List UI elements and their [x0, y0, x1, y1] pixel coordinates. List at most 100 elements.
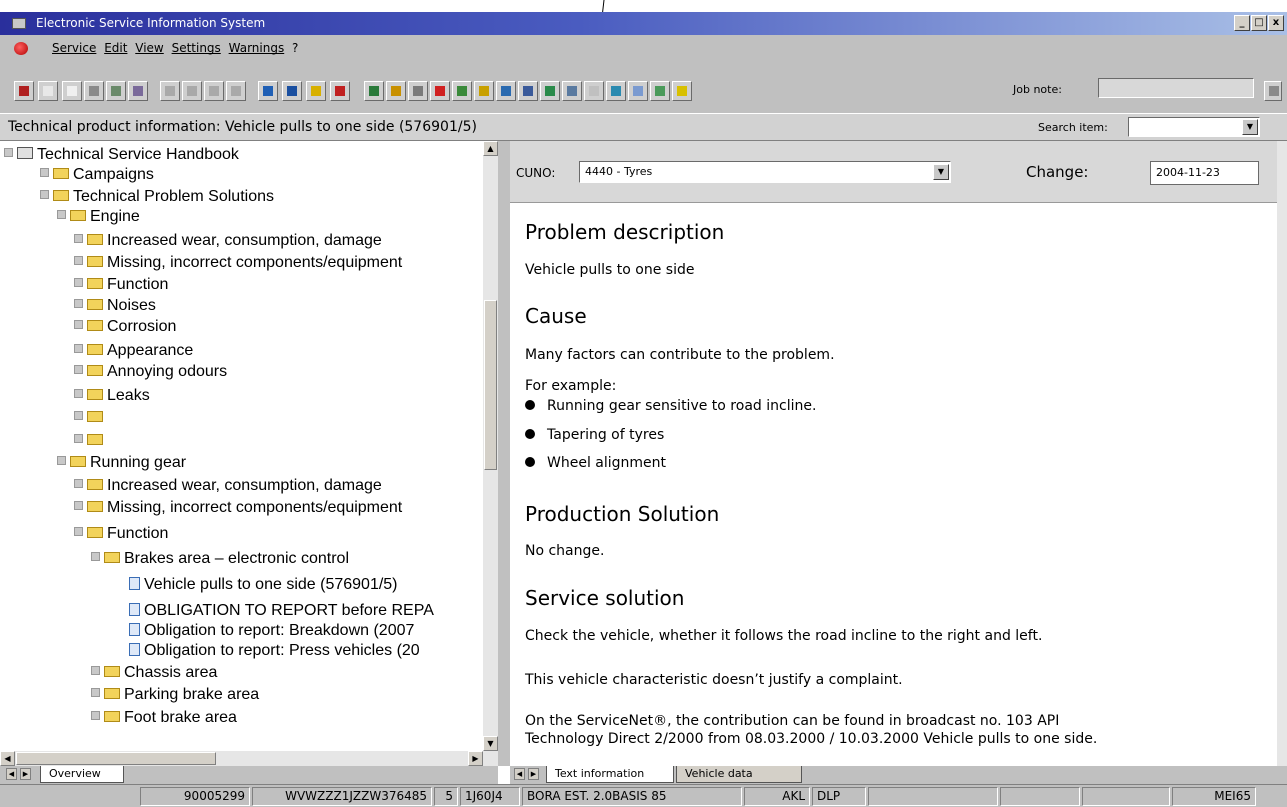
tree-item[interactable]: Appearance: [74, 342, 193, 360]
menu-settings[interactable]: Settings: [172, 41, 221, 55]
computer-icon[interactable]: [518, 81, 538, 101]
expand-icon[interactable]: [74, 527, 83, 536]
pane-splitter[interactable]: [498, 141, 510, 766]
tab-text-information[interactable]: Text information: [546, 766, 674, 783]
tab-next-icon[interactable]: ▶: [20, 768, 31, 780]
tree-root[interactable]: Technical Service Handbook: [4, 146, 239, 164]
job-note-icon[interactable]: [1264, 81, 1282, 101]
app-menu-icon[interactable]: [14, 42, 28, 55]
document-icon[interactable]: [62, 81, 82, 101]
info-icon[interactable]: [282, 81, 302, 101]
last-icon[interactable]: [226, 81, 246, 101]
tree-doc[interactable]: OBLIGATION TO REPORT before REPA: [129, 602, 434, 620]
tree-item-campaigns[interactable]: Campaigns: [40, 166, 154, 184]
tab-prev-icon[interactable]: ◀: [514, 768, 525, 780]
job-note-field[interactable]: [1098, 78, 1254, 98]
expand-icon[interactable]: [91, 711, 100, 720]
expand-icon[interactable]: [74, 278, 83, 287]
chevron-down-icon[interactable]: ▼: [1242, 119, 1258, 135]
expand-icon[interactable]: [74, 389, 83, 398]
minimize-button[interactable]: _: [1234, 15, 1250, 31]
expand-icon[interactable]: [91, 666, 100, 675]
tree-item[interactable]: Function: [74, 525, 168, 543]
print-icon[interactable]: [128, 81, 148, 101]
tab-overview[interactable]: Overview: [40, 766, 124, 783]
expand-icon[interactable]: [74, 501, 83, 510]
expand-icon[interactable]: [40, 190, 49, 199]
tab-next-icon[interactable]: ▶: [528, 768, 539, 780]
tree-item[interactable]: Parking brake area: [91, 686, 259, 704]
new-icon[interactable]: [38, 81, 58, 101]
expand-icon[interactable]: [74, 234, 83, 243]
wiring-icon[interactable]: [408, 81, 428, 101]
menu-warnings[interactable]: Warnings: [229, 41, 285, 55]
expand-icon[interactable]: [91, 552, 100, 561]
tree-item[interactable]: Noises: [74, 297, 156, 315]
tree-doc-selected[interactable]: Vehicle pulls to one side (576901/5): [129, 576, 398, 594]
expand-icon[interactable]: [4, 148, 13, 157]
expand-icon[interactable]: [57, 456, 66, 465]
clock-icon[interactable]: [628, 81, 648, 101]
search-item-select[interactable]: ▼: [1128, 117, 1260, 137]
first-icon[interactable]: [160, 81, 180, 101]
tree-item[interactable]: Increased wear, consumption, damage: [74, 477, 382, 495]
scroll-left-icon[interactable]: ◀: [0, 751, 15, 766]
close-button[interactable]: x: [1268, 15, 1284, 31]
previous-icon[interactable]: [182, 81, 202, 101]
tree-doc[interactable]: Obligation to report: Press vehicles (20: [129, 642, 420, 660]
next-icon[interactable]: [204, 81, 224, 101]
exit-icon[interactable]: [330, 81, 350, 101]
scroll-up-icon[interactable]: ▲: [483, 141, 498, 156]
tree-hscroll-thumb[interactable]: [16, 752, 216, 765]
expand-icon[interactable]: [74, 344, 83, 353]
tab-vehicle-data[interactable]: Vehicle data: [676, 766, 802, 783]
search-icon[interactable]: [606, 81, 626, 101]
tree-item[interactable]: Function: [74, 276, 168, 294]
tree-item[interactable]: Missing, incorrect components/equipment: [74, 499, 402, 517]
cuno-select[interactable]: 4440 - Tyres ▼: [579, 161, 951, 183]
tech-solutions-icon[interactable]: [430, 81, 450, 101]
tree-scroll-thumb[interactable]: [484, 300, 497, 470]
expand-icon[interactable]: [74, 479, 83, 488]
edit-icon[interactable]: [84, 81, 104, 101]
menu-edit[interactable]: Edit: [104, 41, 127, 55]
expand-icon[interactable]: [74, 365, 83, 374]
expand-icon[interactable]: [40, 168, 49, 177]
menu-help[interactable]: ?: [292, 41, 298, 55]
help-icon[interactable]: [306, 81, 326, 101]
expand-icon[interactable]: [74, 434, 83, 443]
tree-item-brakes[interactable]: Brakes area – electronic control: [91, 550, 349, 568]
tree-doc[interactable]: Obligation to report: Breakdown (2007: [129, 622, 414, 640]
expand-icon[interactable]: [74, 411, 83, 420]
menu-service[interactable]: Service: [52, 41, 96, 55]
maximize-button[interactable]: □: [1251, 15, 1267, 31]
tool-icon[interactable]: [584, 81, 604, 101]
tree-item-engine[interactable]: Engine: [57, 208, 140, 226]
expand-icon[interactable]: [74, 256, 83, 265]
expand-icon[interactable]: [74, 320, 83, 329]
expand-icon[interactable]: [57, 210, 66, 219]
scroll-right-icon[interactable]: ▶: [468, 751, 483, 766]
tree-item[interactable]: Increased wear, consumption, damage: [74, 232, 382, 250]
tree-item[interactable]: Annoying odours: [74, 363, 227, 381]
tree-item[interactable]: Chassis area: [91, 664, 217, 682]
tools-icon[interactable]: [106, 81, 126, 101]
chevron-down-icon[interactable]: ▼: [933, 164, 949, 180]
tree-item[interactable]: Missing, incorrect components/equipment: [74, 254, 402, 272]
diagnosis-icon[interactable]: [650, 81, 670, 101]
globe-icon[interactable]: [496, 81, 516, 101]
tree-item[interactable]: [74, 409, 107, 427]
leaf-icon[interactable]: [540, 81, 560, 101]
tree-item[interactable]: Corrosion: [74, 318, 176, 336]
tree-item-running-gear[interactable]: Running gear: [57, 454, 186, 472]
warning-icon[interactable]: [474, 81, 494, 101]
tab-prev-icon[interactable]: ◀: [6, 768, 17, 780]
campaign-icon[interactable]: [386, 81, 406, 101]
tpi-icon[interactable]: [364, 81, 384, 101]
menu-view[interactable]: View: [135, 41, 163, 55]
tree-item[interactable]: Foot brake area: [91, 709, 237, 727]
frame-icon[interactable]: [452, 81, 472, 101]
return-icon[interactable]: [258, 81, 278, 101]
tree-item-tps[interactable]: Technical Problem Solutions: [40, 188, 274, 206]
scroll-down-icon[interactable]: ▼: [483, 736, 498, 751]
